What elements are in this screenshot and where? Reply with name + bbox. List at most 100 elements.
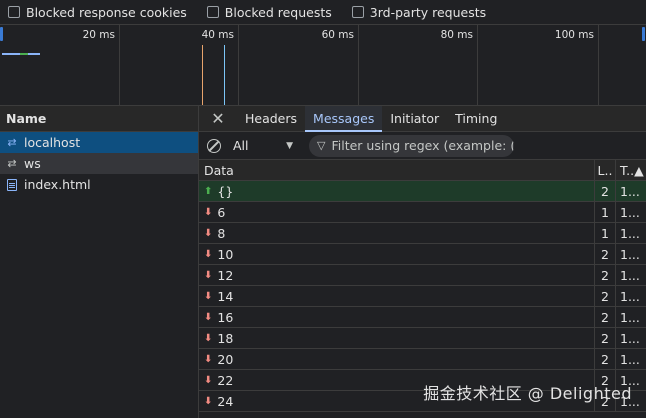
message-length-cell: 2 (595, 244, 616, 264)
message-data-text: 6 (217, 204, 226, 220)
arrow-down-icon: ⬇ (204, 311, 213, 323)
filter-placeholder: Filter using regex (example: (we (331, 138, 514, 153)
table-row[interactable]: ⬇ 18 2 1... (199, 328, 646, 349)
load-event-marker (224, 45, 225, 105)
message-data-text: 16 (217, 309, 234, 325)
network-filter-bar: Blocked response cookies Blocked request… (0, 0, 646, 25)
arrow-down-icon: ⬇ (204, 395, 213, 407)
table-row[interactable]: ⬇ 10 2 1... (199, 244, 646, 265)
close-icon[interactable]: ✕ (199, 106, 237, 131)
name-column-header[interactable]: Name (0, 106, 198, 132)
timeline-column: 60 ms (239, 25, 359, 106)
message-length-cell: 2 (595, 328, 616, 348)
message-time-cell: 1... (620, 351, 640, 367)
arrow-down-icon: ⬇ (204, 353, 213, 365)
table-row[interactable]: ⬇ 14 2 1... (199, 286, 646, 307)
clear-messages-icon[interactable] (207, 138, 221, 153)
checkbox-label: Blocked requests (224, 4, 332, 20)
timeline-right-handle[interactable] (642, 27, 645, 41)
table-row[interactable]: ⬇ 16 2 1... (199, 307, 646, 328)
timeline-request-bar (2, 53, 20, 55)
request-list-panel: Name ⇄ localhost ⇄ ws index.html (0, 106, 199, 418)
message-data-text: 8 (217, 225, 226, 241)
message-filter-input[interactable]: ▽ Filter using regex (example: (we (309, 134, 514, 157)
table-row[interactable]: ⬇ 6 1 1... (199, 202, 646, 223)
message-length-cell: 2 (595, 265, 616, 285)
network-timeline-overview[interactable]: 20 ms 40 ms 60 ms 80 ms 100 ms (0, 25, 646, 106)
checkbox-box[interactable] (8, 6, 20, 18)
select-value: All (233, 138, 249, 153)
timeline-column: 20 ms (0, 25, 120, 106)
timeline-request-bar (28, 53, 40, 55)
message-type-select[interactable]: All ▼ (233, 138, 299, 153)
message-time-cell: 1... (620, 204, 640, 220)
request-detail-panel: ✕ Headers Messages Initiator Timing All … (199, 106, 646, 418)
arrow-down-icon: ⬇ (204, 248, 213, 260)
message-data-cell: ⬇ 14 (199, 286, 595, 306)
timeline-column: 100 ms (478, 25, 599, 106)
message-data-cell: ⬇ 8 (199, 223, 595, 243)
tab-timing[interactable]: Timing (447, 106, 505, 131)
messages-table: Data L.. T..▲ ⬆{} 2 1... ⬇ 6 1 1... ⬇ 8 1 1... ⬇ 10 2… (199, 160, 646, 412)
table-row[interactable]: ⬆ {} 2 1... (199, 181, 646, 202)
arrow-down-icon: ⬇ (204, 332, 213, 344)
timeline-column: 40 ms (120, 25, 239, 106)
blocked-requests-checkbox[interactable]: Blocked requests (206, 4, 332, 20)
message-data-text: 20 (217, 351, 234, 367)
message-data-cell: ⬇ 16 (199, 307, 595, 327)
tab-headers[interactable]: Headers (237, 106, 305, 131)
message-time-cell: 1... (620, 225, 640, 241)
length-column-header[interactable]: L.. (595, 160, 616, 180)
message-data-text: 18 (217, 330, 234, 346)
table-row[interactable]: ⬇ 12 2 1... (199, 265, 646, 286)
table-row[interactable]: ⬇ 20 2 1... (199, 349, 646, 370)
message-time-cell: 1... (620, 288, 640, 304)
message-time-cell: 1... (620, 309, 640, 325)
table-row[interactable]: ⬇ 8 1 1... (199, 223, 646, 244)
checkbox-label: Blocked response cookies (26, 4, 187, 20)
checkbox-box[interactable] (206, 6, 219, 18)
request-item-localhost[interactable]: ⇄ localhost (0, 132, 198, 153)
message-length-cell: 2 (595, 286, 616, 306)
third-party-requests-checkbox[interactable]: 3rd-party requests (351, 4, 487, 20)
watermark: 掘金技术社区 @ Delighted (423, 384, 632, 403)
arrow-down-icon: ⬇ (204, 269, 213, 281)
arrow-up-icon: ⬆ (204, 185, 213, 197)
timeline-tick-label: 80 ms (440, 29, 473, 41)
message-length-cell: 2 (595, 349, 616, 369)
arrow-down-icon: ⬇ (204, 374, 213, 386)
request-item-ws[interactable]: ⇄ ws (0, 153, 198, 174)
checkbox-label: 3rd-party requests (369, 4, 487, 20)
timeline-tick-label: 60 ms (321, 29, 354, 41)
chevron-down-icon: ▼ (286, 140, 293, 151)
message-data-cell: ⬇ 18 (199, 328, 595, 348)
checkbox-box[interactable] (351, 6, 364, 18)
arrow-down-icon: ⬇ (204, 227, 213, 239)
data-column-header[interactable]: Data (199, 160, 595, 180)
request-item-index-html[interactable]: index.html (0, 174, 198, 195)
message-length-cell: 1 (595, 223, 616, 243)
message-data-cell: ⬇ 12 (199, 265, 595, 285)
messages-table-header: Data L.. T..▲ (199, 160, 646, 181)
blocked-cookies-checkbox[interactable]: Blocked response cookies (8, 5, 187, 20)
message-length-cell: 1 (595, 202, 616, 222)
dom-content-loaded-marker (202, 45, 203, 105)
message-time-cell: 1... (620, 267, 640, 283)
websocket-icon: ⇄ (7, 136, 17, 149)
message-data-cell: ⬇ 6 (199, 202, 595, 222)
message-time-cell: 1... (620, 183, 640, 199)
timeline-tick-label: 20 ms (82, 29, 115, 41)
timeline-tick-label: 100 ms (554, 29, 594, 41)
message-data-cell: ⬆ {} (199, 181, 595, 201)
message-data-text: 22 (217, 372, 234, 388)
message-data-cell: ⬇ 20 (199, 349, 595, 369)
timeline-column: 80 ms (359, 25, 478, 106)
document-icon (6, 178, 18, 191)
request-name: localhost (24, 135, 81, 150)
time-column-header[interactable]: T..▲ (616, 160, 646, 180)
messages-table-body: ⬆{} 2 1... ⬇ 6 1 1... ⬇ 8 1 1... ⬇ 10 2 1... ⬇ 12 2 1... ⬇ 1… (199, 181, 646, 412)
tab-initiator[interactable]: Initiator (382, 106, 447, 131)
message-data-text: 24 (217, 393, 234, 409)
tab-messages[interactable]: Messages (305, 106, 383, 132)
request-name: ws (24, 156, 41, 171)
